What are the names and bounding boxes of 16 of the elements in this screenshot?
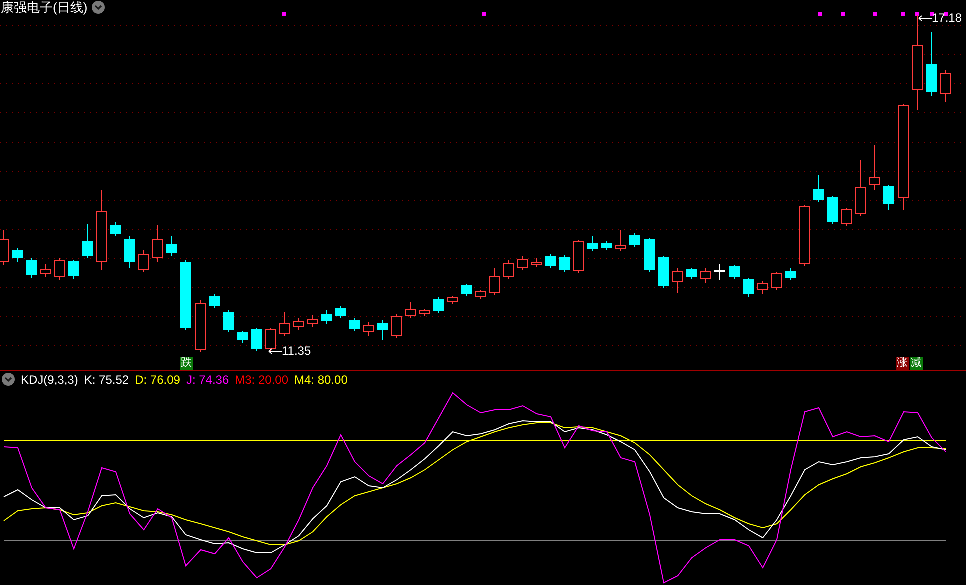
arrow-icon [918,14,932,22]
dropdown-icon[interactable] [92,1,105,14]
indicator-value: K: 75.52 [84,374,130,386]
arrow-icon [268,348,282,354]
collapse-icon[interactable] [2,373,15,386]
chart-title: 康强电子(日线) [1,1,88,14]
indicator-name: KDJ(9,3,3) [21,374,78,386]
indicator-value: M4: 80.00 [294,374,348,386]
indicator-value: D: 76.09 [135,374,180,386]
signal-badge: 涨 [896,357,909,370]
price-label: 11.35 [282,345,312,357]
price-label: 17.18 [932,12,962,24]
signal-badge: 减 [910,357,923,370]
indicator-value: M3: 20.00 [235,374,289,386]
indicator-value: J: 74.36 [186,374,230,386]
signal-badge: 跌 [180,357,193,370]
